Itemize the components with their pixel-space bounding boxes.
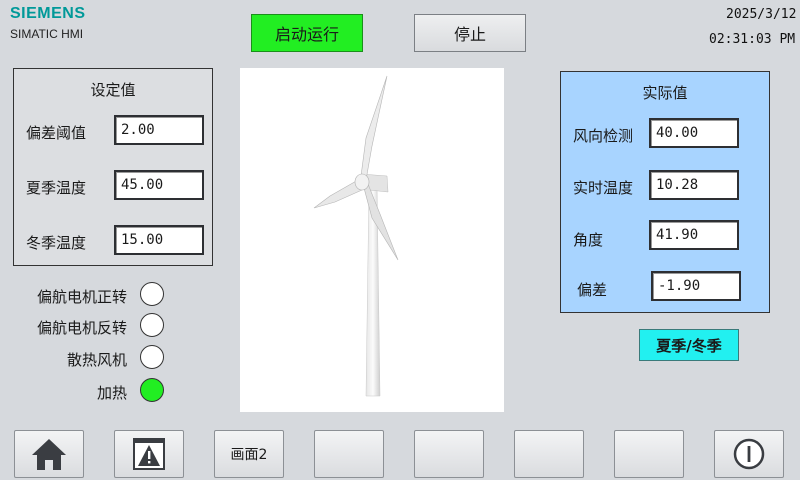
alarm-button[interactable]	[114, 430, 184, 478]
angle-value: 41.90	[649, 220, 739, 250]
stop-button[interactable]: 停止	[414, 14, 526, 52]
yaw-forward-indicator	[140, 282, 164, 306]
cooling-fan-indicator	[140, 345, 164, 369]
setpoint-title: 设定值	[90, 81, 136, 99]
deviation-threshold-label: 偏差阈值	[26, 124, 87, 142]
power-button[interactable]	[714, 430, 784, 478]
home-icon	[32, 439, 66, 470]
alarm-warning-icon	[133, 438, 165, 470]
product-name: SIMATIC HMI	[10, 27, 84, 41]
actual-value-panel: 实际值 风向检测 40.00 实时温度 10.28 角度 41.90 偏差 -1…	[560, 71, 770, 313]
angle-label: 角度	[573, 231, 604, 249]
heating-indicator	[140, 378, 164, 402]
actual-title: 实际值	[642, 84, 688, 102]
realtime-temp-label: 实时温度	[573, 179, 634, 197]
time-display: 02:31:03 PM	[709, 32, 796, 47]
wind-direction-value: 40.00	[649, 118, 739, 148]
winter-temp-input[interactable]: 15.00	[114, 225, 204, 255]
deviation-threshold-input[interactable]: 2.00	[114, 115, 204, 145]
wind-direction-label: 风向检测	[573, 127, 634, 145]
realtime-temp-value: 10.28	[649, 170, 739, 200]
wind-turbine-image	[240, 68, 504, 412]
summer-temp-label: 夏季温度	[26, 179, 87, 197]
nav-button-7[interactable]	[614, 430, 684, 478]
season-toggle-button[interactable]: 夏季/冬季	[639, 329, 739, 361]
yaw-reverse-label: 偏航电机反转	[36, 319, 127, 337]
nav-button-4[interactable]	[314, 430, 384, 478]
nav-button-5[interactable]	[414, 430, 484, 478]
date-display: 2025/3/12	[726, 7, 797, 22]
yaw-forward-label: 偏航电机正转	[36, 288, 127, 306]
yaw-reverse-indicator	[140, 313, 164, 337]
screen2-button[interactable]: 画面2	[214, 430, 284, 478]
brand-logo: SIEMENS	[10, 5, 86, 22]
start-button[interactable]: 启动运行	[251, 14, 363, 52]
heating-label: 加热	[96, 384, 127, 402]
power-icon	[733, 438, 765, 470]
deviation-value: -1.90	[651, 271, 741, 301]
deviation-label: 偏差	[577, 281, 608, 299]
setpoint-panel: 设定值 偏差阈值 2.00 夏季温度 45.00 冬季温度 15.00	[13, 68, 213, 266]
nav-button-6[interactable]	[514, 430, 584, 478]
winter-temp-label: 冬季温度	[26, 234, 87, 252]
wind-turbine-icon	[313, 75, 399, 397]
summer-temp-input[interactable]: 45.00	[114, 170, 204, 200]
cooling-fan-label: 散热风机	[66, 351, 127, 369]
home-button[interactable]	[14, 430, 84, 478]
